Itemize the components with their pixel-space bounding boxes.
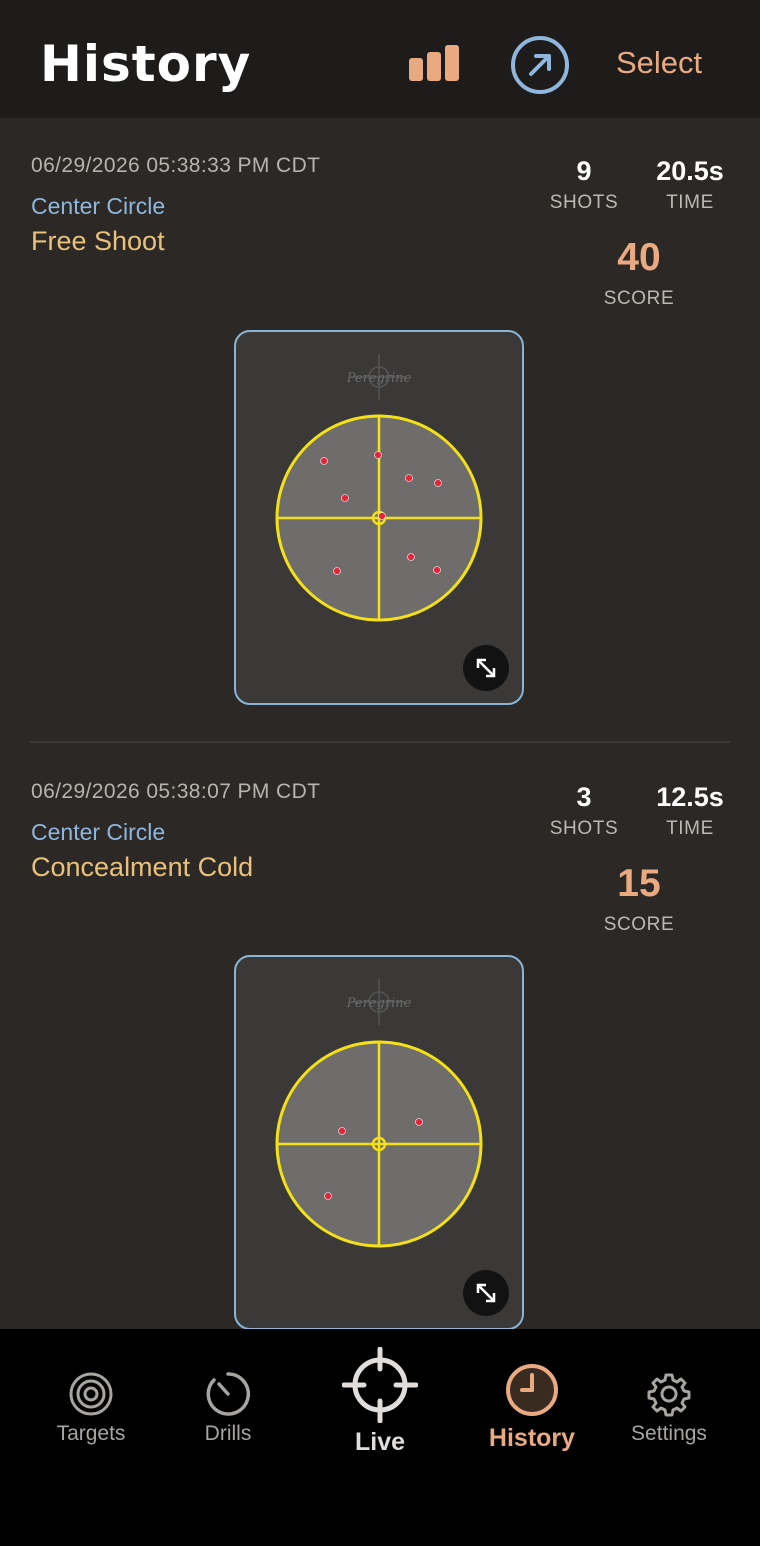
target-name: Center Circle bbox=[31, 193, 166, 219]
expand-icon bbox=[476, 1283, 496, 1303]
score-value: 40 bbox=[617, 236, 661, 279]
shots-label: SHOTS bbox=[549, 818, 619, 839]
header-bar: History Select bbox=[0, 0, 760, 118]
expand-button[interactable] bbox=[463, 1270, 509, 1316]
time-value: 20.5s bbox=[656, 156, 724, 186]
target-thumbnail[interactable]: Peregrine bbox=[234, 330, 524, 705]
target-brand-logo: Peregrine bbox=[346, 371, 412, 386]
tab-label: Drills bbox=[204, 1422, 252, 1445]
session-timestamp: 06/29/2026 05:38:07 PM CDT bbox=[31, 780, 321, 803]
tab-label: Targets bbox=[56, 1422, 126, 1445]
arrow-up-right-circle-icon bbox=[511, 36, 569, 94]
score-label: SCORE bbox=[603, 914, 675, 935]
session-card[interactable]: 06/29/2026 05:38:07 PM CDT Center Circle… bbox=[0, 743, 760, 1329]
shots-value: 3 bbox=[576, 782, 592, 812]
select-button[interactable]: Select bbox=[616, 44, 702, 82]
tab-drills[interactable]: Drills bbox=[186, 1371, 270, 1446]
time-label: TIME bbox=[666, 192, 714, 213]
page-title: History bbox=[40, 35, 252, 93]
score-value: 15 bbox=[617, 862, 661, 905]
stopwatch-icon bbox=[206, 1372, 250, 1416]
tab-targets[interactable]: Targets bbox=[40, 1371, 142, 1446]
shots-value: 9 bbox=[576, 156, 592, 186]
target-icon bbox=[69, 1372, 113, 1416]
tab-history[interactable]: History bbox=[478, 1361, 586, 1453]
share-button[interactable] bbox=[510, 35, 570, 95]
time-label: TIME bbox=[666, 818, 714, 839]
gear-icon bbox=[647, 1373, 691, 1417]
time-value: 12.5s bbox=[656, 782, 724, 812]
tab-settings[interactable]: Settings bbox=[620, 1371, 718, 1446]
drill-name: Free Shoot bbox=[31, 226, 165, 256]
drill-name: Concealment Cold bbox=[31, 852, 254, 882]
stats-button[interactable] bbox=[408, 44, 460, 82]
expand-button[interactable] bbox=[463, 645, 509, 691]
target-name: Center Circle bbox=[31, 819, 166, 845]
crosshair-icon bbox=[341, 1346, 419, 1424]
shots-label: SHOTS bbox=[549, 192, 619, 213]
tab-label: History bbox=[488, 1424, 576, 1452]
clock-icon bbox=[506, 1364, 558, 1416]
expand-icon bbox=[476, 658, 496, 678]
score-label: SCORE bbox=[603, 288, 675, 309]
session-timestamp: 06/29/2026 05:38:33 PM CDT bbox=[31, 154, 321, 177]
tab-label: Settings bbox=[631, 1422, 707, 1445]
tab-bar: Targets Drills Live History Settings bbox=[0, 1329, 760, 1546]
target-brand-logo: Peregrine bbox=[346, 996, 412, 1011]
bar-chart-icon bbox=[409, 45, 459, 81]
tab-live[interactable]: Live bbox=[340, 1346, 420, 1457]
tab-label: Live bbox=[354, 1428, 406, 1456]
target-thumbnail[interactable]: Peregrine bbox=[234, 955, 524, 1329]
session-card[interactable]: 06/29/2026 05:38:33 PM CDT Center Circle… bbox=[0, 118, 760, 718]
